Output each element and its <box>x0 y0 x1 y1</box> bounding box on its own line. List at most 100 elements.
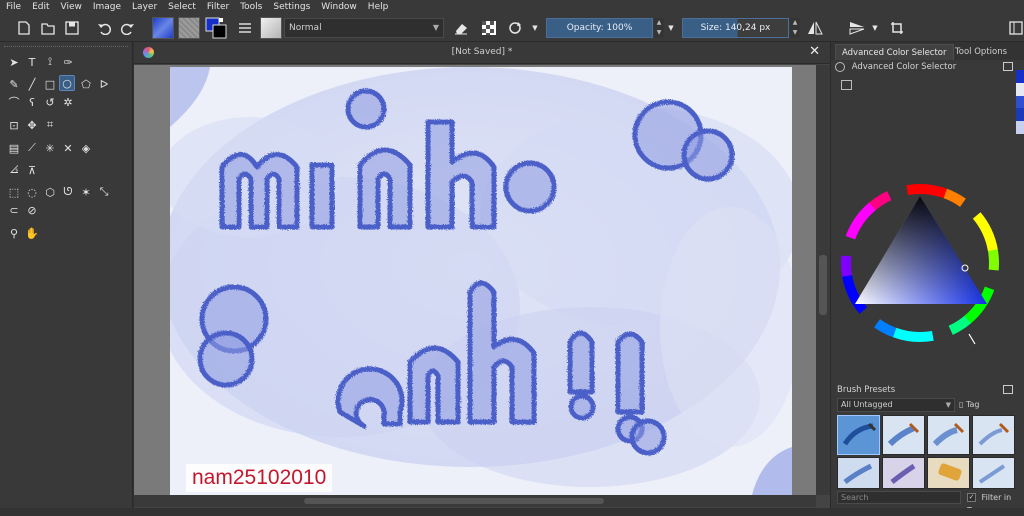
magnetic-selection-icon[interactable]: ⊘ <box>24 202 40 218</box>
brush-preset-item[interactable] <box>837 457 880 489</box>
menu-window[interactable]: Window <box>321 2 357 12</box>
close-icon[interactable]: ✕ <box>809 44 820 59</box>
polygonal-selection-icon[interactable]: ⬡ <box>42 184 58 200</box>
menu-file[interactable]: File <box>6 2 21 12</box>
pattern-swatch[interactable] <box>178 17 200 39</box>
smart-patch-icon[interactable]: ✳ <box>42 140 58 156</box>
size-spin[interactable]: ▲ ▼ <box>790 18 800 38</box>
brush-preset-item[interactable] <box>927 457 970 489</box>
undo-icon[interactable] <box>96 17 112 39</box>
zoom-tool-icon[interactable]: ⚲ <box>6 225 22 241</box>
freehand-path-icon[interactable]: ʕ <box>24 94 40 110</box>
freehand-selection-icon[interactable]: ᘎ <box>60 184 76 200</box>
eraser-icon[interactable] <box>452 17 470 39</box>
menu-settings[interactable]: Settings <box>273 2 310 12</box>
brush-settings-icon[interactable] <box>237 17 253 39</box>
bezier-selection-icon[interactable]: ⊂ <box>6 202 22 218</box>
horizontal-scrollbar[interactable] <box>134 495 816 507</box>
menu-filter[interactable]: Filter <box>207 2 229 12</box>
opacity-slider[interactable]: Opacity: 100% <box>546 18 653 38</box>
float-panel-icon[interactable] <box>1003 385 1013 394</box>
fill-tool-icon[interactable]: ◈ <box>78 140 94 156</box>
brush-preset-item[interactable] <box>837 415 880 455</box>
mirror-horizontal-icon[interactable] <box>806 17 824 39</box>
measure-tool-icon[interactable]: ⦞ <box>6 162 22 178</box>
move-tool-icon[interactable]: ✥ <box>24 117 40 133</box>
elliptical-selection-icon[interactable]: ◌ <box>24 184 40 200</box>
chevron-down-icon: ▼ <box>945 401 951 409</box>
bezier-tool-icon[interactable]: ⌒ <box>6 94 22 110</box>
menu-layer[interactable]: Layer <box>132 2 157 12</box>
toolbox-grip[interactable] <box>4 46 128 52</box>
size-slider[interactable]: Size: 140,24 px <box>682 18 789 38</box>
freehand-brush-icon[interactable]: ✎ <box>6 76 22 92</box>
menu-help[interactable]: Help <box>368 2 389 12</box>
chevron-down-icon[interactable]: ▼ <box>870 17 880 39</box>
edit-shapes-icon[interactable]: ⟟ <box>42 54 58 70</box>
workspace-icon[interactable] <box>1008 17 1024 39</box>
assistant-tool-icon[interactable]: ✕ <box>60 140 76 156</box>
tab-tool-options[interactable]: Tool Options <box>949 44 1013 60</box>
brush-preset-item[interactable] <box>927 415 970 455</box>
mirror-vertical-icon[interactable] <box>848 17 866 39</box>
brush-preset-item[interactable] <box>882 415 925 455</box>
scrollbar-thumb[interactable] <box>304 498 604 504</box>
scrollbar-thumb[interactable] <box>819 255 827 315</box>
ellipse-tool-icon[interactable]: ○ <box>59 75 75 91</box>
dynamic-brush-icon[interactable]: ↺ <box>42 94 58 110</box>
redo-icon[interactable] <box>120 17 136 39</box>
tag-button[interactable]: ▯ Tag <box>959 398 980 412</box>
reference-images-icon[interactable]: ⊼ <box>24 162 40 178</box>
color-swatches[interactable] <box>205 17 227 39</box>
reload-preset-icon[interactable] <box>506 17 524 39</box>
tab-advanced-color-selector[interactable]: Advanced Color Selector <box>835 44 954 60</box>
menu-view[interactable]: View <box>61 2 82 12</box>
preset-tag-filter[interactable]: All Untagged ▼ <box>837 398 955 412</box>
float-panel-icon[interactable] <box>1003 62 1013 71</box>
color-picker-icon[interactable]: ⟋ <box>24 140 40 156</box>
brush-preset-item[interactable] <box>882 457 925 489</box>
gradient-swatch[interactable] <box>152 17 174 39</box>
preset-search-input[interactable]: Search <box>837 491 961 504</box>
polyline-tool-icon[interactable]: ᐅ <box>96 76 112 92</box>
gradient-tool-icon[interactable]: ▤ <box>6 140 22 156</box>
calligraphy-icon[interactable]: ✑ <box>60 54 76 70</box>
brush-preset-item[interactable] <box>972 415 1015 455</box>
menu-select[interactable]: Select <box>168 2 196 12</box>
color-selector-menu-icon[interactable] <box>841 80 852 90</box>
color-history-strip[interactable] <box>1016 70 1024 134</box>
contiguous-selection-icon[interactable]: ✶ <box>78 184 94 200</box>
brush-preset-icon[interactable] <box>260 17 282 39</box>
polygon-tool-icon[interactable]: ⬠ <box>78 76 94 92</box>
canvas-artwork[interactable]: nam25102010 <box>170 67 792 495</box>
chevron-down-icon[interactable]: ▼ <box>666 17 676 39</box>
dock-tabs: Advanced Color Selector Tool Options <box>831 42 1024 60</box>
transform-tool-icon[interactable]: ⊡ <box>6 117 22 133</box>
chevron-down-icon[interactable]: ▼ <box>530 17 540 39</box>
similar-selection-icon[interactable]: ⤡ <box>96 184 112 200</box>
brush-preset-item[interactable] <box>972 457 1015 489</box>
document-tab[interactable]: [Not Saved] * ✕ <box>134 42 830 64</box>
open-document-icon[interactable] <box>40 17 56 39</box>
vertical-scrollbar[interactable] <box>816 65 830 495</box>
rectangle-tool-icon[interactable]: □ <box>42 76 58 92</box>
menu-image[interactable]: Image <box>93 2 121 12</box>
menu-edit[interactable]: Edit <box>32 2 49 12</box>
pan-tool-icon[interactable]: ✋ <box>24 225 40 241</box>
new-document-icon[interactable] <box>16 17 32 39</box>
opacity-spin[interactable]: ▲ ▼ <box>654 18 664 38</box>
preserve-alpha-icon[interactable] <box>480 17 498 39</box>
rectangular-selection-icon[interactable]: ⬚ <box>6 184 22 200</box>
select-shapes-icon[interactable]: ➤ <box>6 54 22 70</box>
blend-mode-select[interactable]: Normal ▼ <box>284 18 444 38</box>
line-tool-icon[interactable]: ╱ <box>24 76 40 92</box>
canvas-viewport[interactable]: nam25102010 <box>134 65 816 495</box>
crop-tool-icon[interactable]: ⌗ <box>42 117 58 133</box>
text-tool-icon[interactable]: T <box>24 54 40 70</box>
lock-icon[interactable] <box>835 61 845 72</box>
save-icon[interactable] <box>64 17 80 39</box>
color-wheel[interactable] <box>835 178 1005 351</box>
menu-tools[interactable]: Tools <box>240 2 262 12</box>
multibrush-icon[interactable]: ✲ <box>60 94 76 110</box>
wrap-around-icon[interactable] <box>888 17 906 39</box>
